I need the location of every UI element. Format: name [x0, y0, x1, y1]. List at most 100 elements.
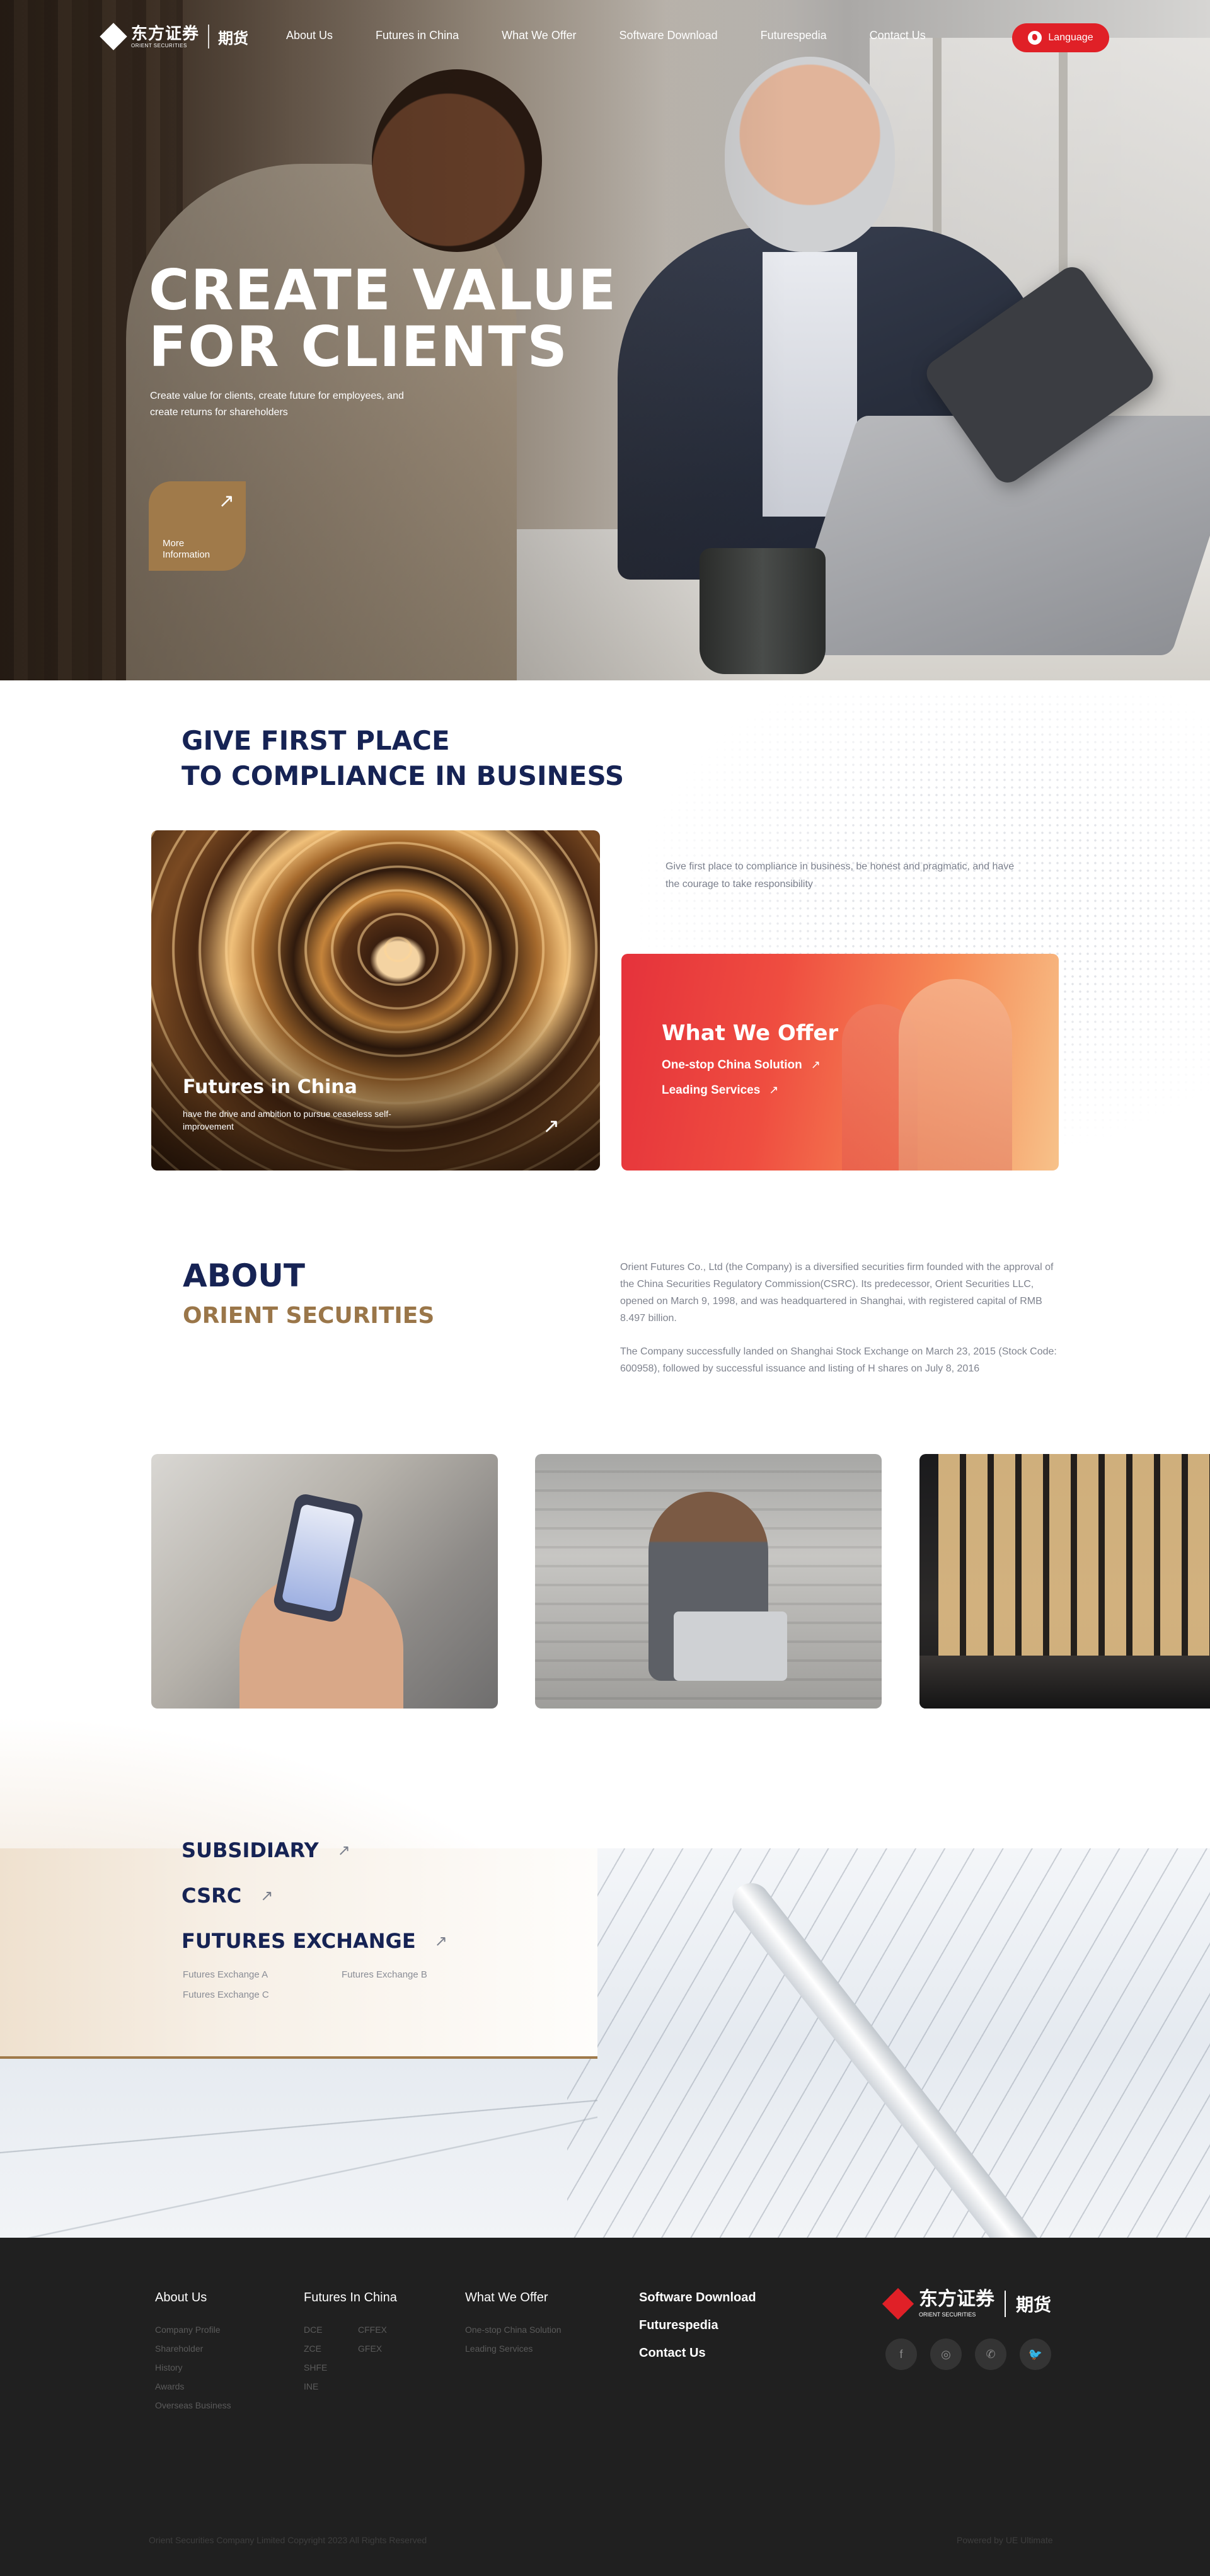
wechat-icon[interactable]: ✆ [975, 2338, 1006, 2370]
twitter-icon[interactable]: 🐦 [1020, 2338, 1051, 2370]
nav-contact-us[interactable]: Contact Us [870, 29, 926, 42]
nav-software-download[interactable]: Software Download [619, 29, 718, 42]
arrow-up-right-icon: ↗ [769, 1084, 779, 1096]
logo-cn: 东方证券 [131, 23, 200, 43]
copyright: Orient Securities Company Limited Copyri… [149, 2535, 427, 2545]
globe-icon [1028, 31, 1042, 45]
futures-card-title: Futures in China [183, 1076, 357, 1098]
exchange-link-b[interactable]: Futures Exchange B [342, 1969, 427, 1980]
footer-link-cffex[interactable]: CFFEX [358, 2325, 387, 2335]
hero-title-line1: CREATE VALUE [149, 258, 618, 323]
footer-futurespedia[interactable]: Futurespedia [639, 2318, 718, 2333]
compliance-title-line2: TO COMPLIANCE IN BUSINESS [182, 760, 625, 791]
futures-card-text: have the drive and ambition to pursue ce… [183, 1109, 391, 1131]
arrow-up-right-icon: ↗ [218, 491, 234, 512]
photo-building-floor [919, 1656, 1210, 1709]
footer-link-history[interactable]: History [155, 2362, 183, 2373]
footer-futures-heading[interactable]: Futures In China [304, 2291, 397, 2305]
footer-link-overseas-business[interactable]: Overseas Business [155, 2400, 231, 2410]
subsidiary-link[interactable]: SUBSIDIARY ↗ [182, 1838, 350, 1862]
facebook-icon[interactable]: f [885, 2338, 917, 2370]
more-information-button[interactable]: ↗ More Information [149, 481, 246, 571]
offer-link-one-stop-label: One-stop China Solution [662, 1058, 802, 1072]
csrc-label: CSRC [182, 1884, 242, 1908]
footer-link-leading-services[interactable]: Leading Services [465, 2344, 533, 2354]
hero-title: CREATE VALUE FOR CLIENTS [149, 262, 617, 375]
footer: About Us Company Profile Shareholder His… [0, 2238, 1210, 2576]
compliance-description: Give first place to compliance in busine… [666, 861, 1015, 890]
footer-link-gfex[interactable]: GFEX [358, 2344, 382, 2354]
about-paragraph-1: Orient Futures Co., Ltd (the Company) is… [620, 1262, 1054, 1324]
footer-link-dce[interactable]: DCE [304, 2325, 323, 2335]
bridge-lines [0, 2059, 597, 2239]
main-menu: About Us Futures in China What We Offer … [286, 29, 969, 42]
nav-about-us[interactable]: About Us [286, 29, 333, 42]
hero-section: 东方证券 ORIENT SECURITIES 期货 About Us Futur… [0, 0, 1210, 680]
footer-software-download[interactable]: Software Download [639, 2291, 756, 2305]
futures-exchange-label: FUTURES EXCHANGE [182, 1929, 416, 1953]
brand-logo[interactable]: 东方证券 ORIENT SECURITIES 期货 [100, 23, 249, 50]
language-button[interactable]: Language [1012, 23, 1109, 52]
offer-card-title: What We Offer [662, 1021, 839, 1046]
top-nav: 东方证券 ORIENT SECURITIES 期货 About Us Futur… [0, 0, 1210, 76]
logo-sub: 期货 [218, 30, 249, 47]
nav-futurespedia[interactable]: Futurespedia [761, 29, 827, 42]
bridge-cables [567, 1848, 1210, 2239]
arrow-up-right-icon: ↗ [543, 1114, 560, 1137]
logo-mark-icon [100, 23, 127, 50]
about-subtitle: ORIENT SECURITIES [183, 1303, 435, 1329]
logo-en: ORIENT SECURITIES [131, 42, 187, 49]
nav-futures-in-china[interactable]: Futures in China [376, 29, 459, 42]
footer-contact-us[interactable]: Contact Us [639, 2346, 706, 2361]
footer-link-ine[interactable]: INE [304, 2381, 318, 2391]
logo-text: 东方证券 ORIENT SECURITIES [131, 25, 199, 49]
footer-logo[interactable]: 东方证券 ORIENT SECURITIES 期货 [882, 2287, 1052, 2320]
page: 东方证券 ORIENT SECURITIES 期货 About Us Futur… [0, 0, 1210, 2576]
language-label: Language [1048, 32, 1093, 43]
photo-woman-laptop [535, 1454, 882, 1709]
footer-link-awards[interactable]: Awards [155, 2381, 184, 2391]
about-paragraph-2: The Company successfully landed on Shang… [620, 1346, 1057, 1374]
arrow-up-right-icon: ↗ [260, 1887, 274, 1904]
footer-logo-en: ORIENT SECURITIES [919, 2311, 976, 2318]
exchange-link-a[interactable]: Futures Exchange A [183, 1969, 268, 1980]
footer-logo-mark-icon [882, 2287, 914, 2320]
footer-logo-cn: 东方证券 [919, 2289, 994, 2310]
footer-link-company-profile[interactable]: Company Profile [155, 2325, 221, 2335]
offer-link-leading-services[interactable]: Leading Services ↗ [662, 1084, 778, 1097]
compliance-title-line1: GIVE FIRST PLACE [182, 725, 450, 756]
photo-phone-app [151, 1454, 498, 1709]
arrow-up-right-icon: ↗ [434, 1932, 447, 1950]
footer-offer-heading[interactable]: What We Offer [465, 2291, 548, 2305]
photo-laptop [674, 1611, 787, 1681]
photo-building-glass [938, 1454, 1210, 1656]
about-title: ABOUT [183, 1257, 306, 1294]
futures-in-china-card[interactable]: Futures in China have the drive and ambi… [151, 830, 600, 1171]
subsidiary-label: SUBSIDIARY [182, 1838, 319, 1862]
offer-link-leading-services-label: Leading Services [662, 1084, 761, 1097]
footer-about-heading[interactable]: About Us [155, 2291, 207, 2305]
links-panel [0, 1848, 597, 2059]
footer-link-shareholder[interactable]: Shareholder [155, 2344, 203, 2354]
footer-logo-text: 东方证券 ORIENT SECURITIES [919, 2290, 994, 2318]
footer-logo-sub: 期货 [1016, 2295, 1052, 2315]
footer-link-zce[interactable]: ZCE [304, 2344, 321, 2354]
footer-link-shfe[interactable]: SHFE [304, 2362, 327, 2373]
logo-divider [208, 25, 210, 49]
nav-what-we-offer[interactable]: What We Offer [502, 29, 576, 42]
more-information-label: More Information [163, 538, 210, 560]
hero-title-line2: FOR CLIENTS [149, 314, 568, 379]
offer-person-front [899, 979, 1012, 1171]
arrow-up-right-icon: ↗ [810, 1058, 821, 1071]
powered-by[interactable]: Powered by UE Ultimate [957, 2535, 1053, 2545]
instagram-icon[interactable]: ◎ [930, 2338, 962, 2370]
hero-subtitle: Create value for clients, create future … [150, 391, 404, 418]
photo-building [919, 1454, 1210, 1709]
what-we-offer-card[interactable]: What We Offer One-stop China Solution ↗ L… [621, 954, 1059, 1171]
footer-link-one-stop[interactable]: One-stop China Solution [465, 2325, 562, 2335]
exchange-link-c[interactable]: Futures Exchange C [183, 1989, 269, 2000]
futures-exchange-link[interactable]: FUTURES EXCHANGE ↗ [182, 1929, 447, 1953]
compliance-title: GIVE FIRST PLACE TO COMPLIANCE IN BUSINE… [182, 723, 624, 794]
csrc-link[interactable]: CSRC ↗ [182, 1884, 273, 1908]
offer-link-one-stop[interactable]: One-stop China Solution ↗ [662, 1058, 821, 1072]
